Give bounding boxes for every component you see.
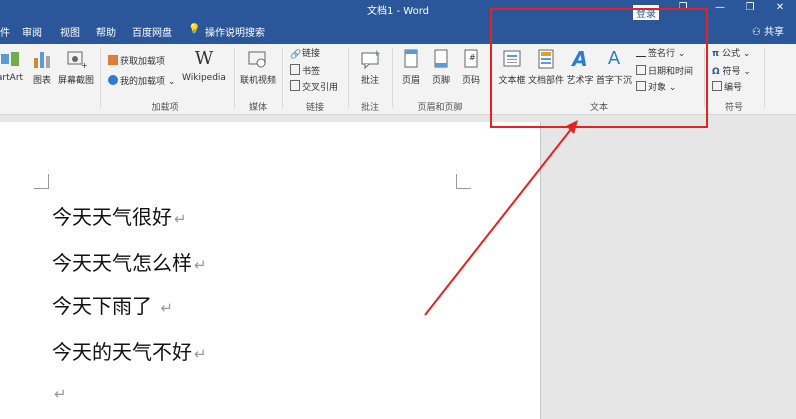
annotation-arrow	[424, 120, 578, 316]
arrow-line	[424, 127, 573, 316]
